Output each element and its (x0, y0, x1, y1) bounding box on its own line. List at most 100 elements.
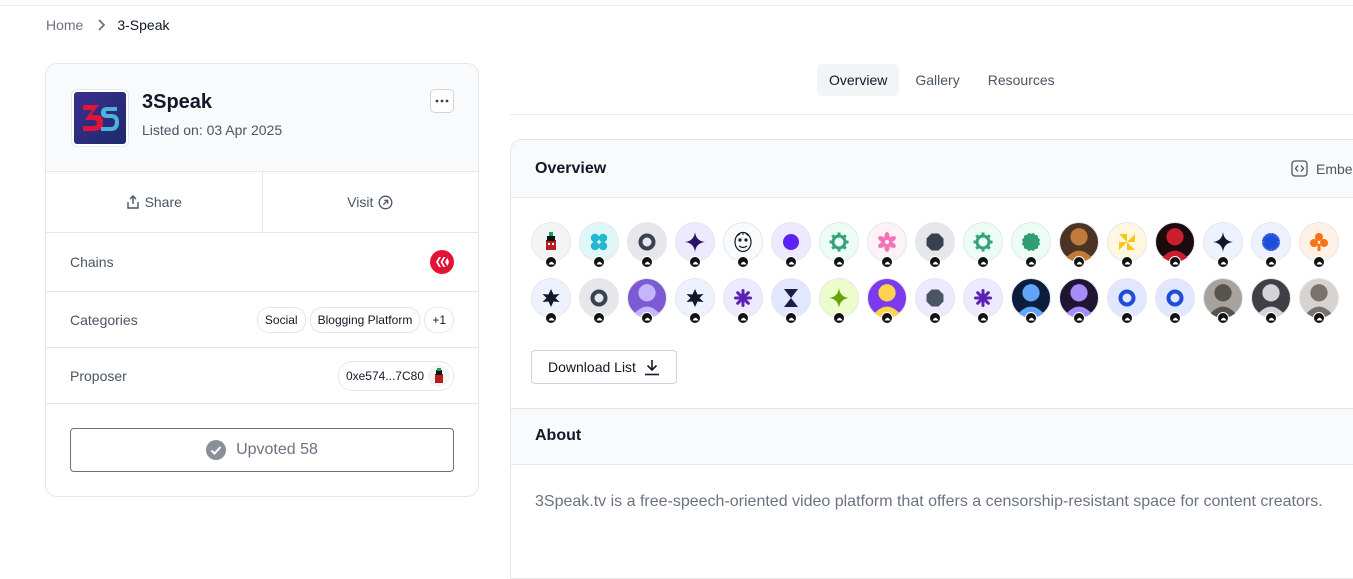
supporter-avatar[interactable] (963, 278, 1003, 324)
sparkle-icon (1213, 232, 1233, 252)
breadcrumb: Home 3-Speak (46, 17, 170, 33)
hive-badge-icon (1169, 312, 1181, 324)
share-button[interactable]: Share (46, 172, 262, 232)
hive-badge-icon (1313, 312, 1325, 324)
supporter-avatar[interactable] (675, 278, 715, 324)
upvote-button[interactable]: Upvoted 58 (70, 428, 454, 472)
supporter-row (531, 222, 1351, 268)
app-logo (71, 89, 129, 147)
pinwheel-icon (1119, 234, 1135, 250)
hive-badge-icon (545, 256, 557, 268)
supporter-avatar[interactable] (963, 222, 1003, 268)
supporter-avatar[interactable] (867, 222, 907, 268)
hive-badge-icon (1169, 256, 1181, 268)
supporter-avatar[interactable] (1059, 278, 1099, 324)
asterisk-icon (974, 289, 992, 307)
supporter-avatar[interactable] (627, 278, 667, 324)
flower-icon (878, 232, 896, 252)
supporter-avatar[interactable] (579, 222, 619, 268)
supporter-avatar[interactable] (723, 278, 763, 324)
category-more-tag[interactable]: +1 (424, 306, 454, 333)
category-tag[interactable]: Blogging Platform (309, 306, 421, 333)
tab-resources[interactable]: Resources (976, 64, 1067, 96)
hive-badge-icon (1217, 256, 1229, 268)
chains-label: Chains (70, 254, 114, 270)
asterisk-icon (734, 289, 752, 307)
sparkle-icon (685, 232, 705, 252)
supporter-avatar[interactable] (723, 222, 763, 268)
proposer-address-pill[interactable]: 0xe574...7C80 (337, 360, 454, 391)
supporter-avatar[interactable] (819, 222, 859, 268)
supporter-avatar[interactable] (771, 278, 811, 324)
supporter-avatar[interactable] (1011, 222, 1051, 268)
supporter-avatar[interactable] (1299, 278, 1339, 324)
supporter-avatar[interactable] (579, 278, 619, 324)
hive-badge-icon (641, 312, 653, 324)
supporter-avatar[interactable] (1155, 222, 1195, 268)
share-icon (126, 195, 139, 209)
visit-label: Visit (347, 194, 374, 210)
supporter-avatar[interactable] (1203, 222, 1243, 268)
more-options-button[interactable] (430, 89, 454, 113)
hive-badge-icon (977, 256, 989, 268)
breadcrumb-current: 3-Speak (117, 17, 170, 33)
action-bar: Share Visit (46, 172, 478, 233)
upvote-label: Upvoted 58 (236, 441, 318, 458)
supporter-avatar[interactable] (1251, 222, 1291, 268)
hourglass-icon (784, 289, 798, 307)
hive-badge-icon (1121, 256, 1133, 268)
category-tags: Social Blogging Platform +1 (256, 306, 454, 333)
hive-badge-icon (593, 256, 605, 268)
supporter-avatar[interactable] (531, 278, 571, 324)
breadcrumb-home-link[interactable]: Home (46, 17, 83, 33)
supporter-avatar[interactable] (531, 222, 571, 268)
supporter-avatar[interactable] (1203, 278, 1243, 324)
external-link-icon (378, 195, 393, 209)
listed-date: Listed on: 03 Apr 2025 (142, 122, 283, 138)
about-title: About (535, 427, 582, 444)
tab-overview[interactable]: Overview (817, 64, 900, 96)
hive-badge-icon (833, 256, 845, 268)
supporter-avatar[interactable] (1059, 222, 1099, 268)
hive-badge-icon (1073, 312, 1085, 324)
supporter-avatar[interactable] (915, 278, 955, 324)
hive-badge-icon (545, 312, 557, 324)
categories-label: Categories (70, 311, 138, 328)
supporter-avatar[interactable] (867, 278, 907, 324)
hive-badge-icon (1217, 312, 1229, 324)
ellipsis-icon (435, 99, 449, 103)
embed-button[interactable]: Embed (1291, 160, 1353, 177)
supporter-avatar[interactable] (1107, 222, 1147, 268)
supporter-avatar[interactable] (1011, 278, 1051, 324)
supporter-row (531, 278, 1351, 324)
download-label: Download List (548, 359, 636, 375)
supporter-avatar[interactable] (1299, 222, 1339, 268)
supporter-avatar[interactable] (627, 222, 667, 268)
code-icon (1291, 160, 1308, 177)
hive-badge-icon (977, 312, 989, 324)
tab-gallery[interactable]: Gallery (903, 64, 971, 96)
hive-chain-icon (430, 250, 454, 274)
visit-button[interactable]: Visit (261, 172, 479, 232)
download-list-button[interactable]: Download List (531, 350, 677, 384)
proposer-row: Proposer 0xe574...7C80 (46, 348, 478, 404)
supporter-avatar[interactable] (915, 222, 955, 268)
supporter-avatar[interactable] (819, 278, 859, 324)
download-icon (644, 359, 659, 375)
badge-icon (1022, 233, 1040, 251)
star-icon (542, 289, 560, 307)
supporter-avatar[interactable] (675, 222, 715, 268)
category-tag[interactable]: Social (256, 306, 306, 333)
ring-icon (638, 233, 656, 251)
hive-badge-icon (1073, 256, 1085, 268)
hive-badge-icon (785, 312, 797, 324)
hive-badge-icon (833, 312, 845, 324)
circle-icon (783, 234, 799, 250)
supporter-avatar[interactable] (1155, 278, 1195, 324)
supporter-avatar[interactable] (771, 222, 811, 268)
hive-badge-icon (881, 256, 893, 268)
supporter-avatar[interactable] (1251, 278, 1291, 324)
embed-label: Embed (1316, 160, 1353, 177)
3speak-logo-icon (74, 92, 126, 144)
supporter-avatar[interactable] (1107, 278, 1147, 324)
